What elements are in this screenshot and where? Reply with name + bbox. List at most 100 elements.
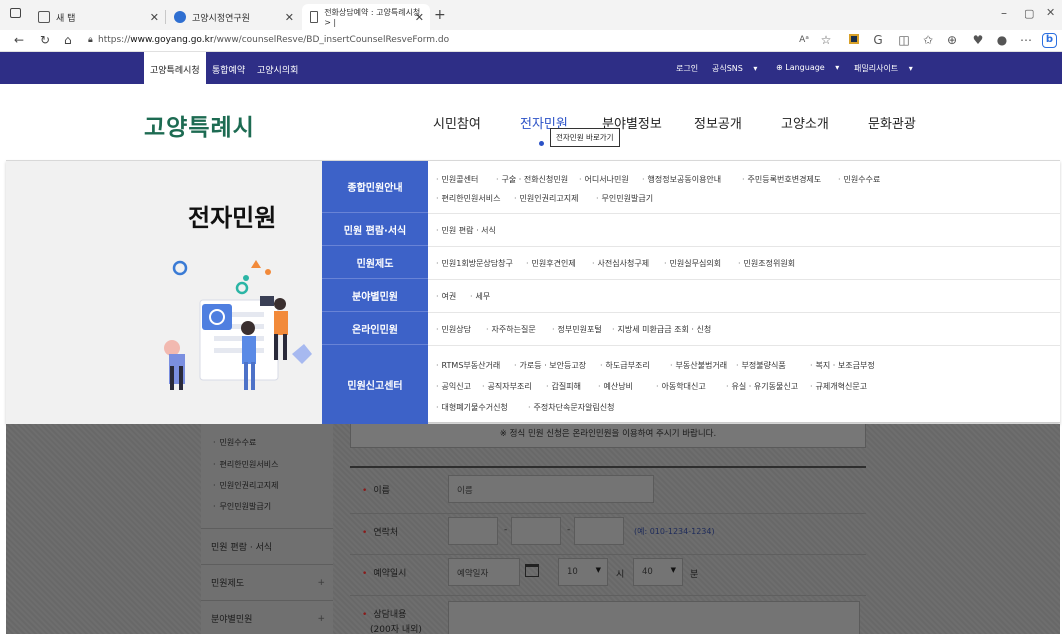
gnb-info-disclosure[interactable]: 정보공개 — [694, 113, 742, 132]
menu-link[interactable]: 아동학대신고 — [656, 381, 706, 392]
menu-link[interactable]: 주정차단속문자알림신청 — [528, 402, 615, 413]
name-field[interactable]: 이름 — [448, 475, 654, 503]
menu-link[interactable]: 어디서나민원 — [579, 174, 629, 185]
gnb-citizen[interactable]: 시민참여 — [433, 113, 481, 132]
menu-link[interactable]: 주민등록번호변경제도 — [742, 174, 822, 185]
language-menu[interactable]: ⊕ Language ▾ — [776, 63, 839, 72]
required-mark: • — [362, 486, 368, 496]
sidebar-sub-link[interactable]: 무인민원발급기 — [213, 501, 272, 512]
category-online[interactable]: 온라인민원 — [322, 312, 428, 345]
mega-menu-title: 전자민원 — [188, 204, 277, 232]
menu-link[interactable]: 민원 편람 · 서식 — [436, 225, 496, 236]
menu-link[interactable]: 민원수수료 — [838, 174, 881, 185]
site-logo[interactable]: 고양특례시 — [144, 108, 255, 142]
menu-link[interactable]: 무인민원발급기 — [596, 193, 654, 204]
more-icon[interactable]: ⋯ — [1018, 33, 1034, 47]
menu-link[interactable]: 민원인권리고지제 — [514, 193, 579, 204]
menu-link[interactable]: 민원상담 — [436, 324, 471, 335]
category-report-center[interactable]: 민원신고센터 — [322, 345, 428, 424]
menu-link[interactable]: 정부민원포털 — [552, 324, 602, 335]
menu-link[interactable]: 민원실무심의회 — [664, 258, 722, 269]
minute-select[interactable]: 40 ▼ — [633, 558, 683, 586]
menu-link[interactable]: 대형폐기물수거신청 — [436, 402, 508, 413]
menu-link[interactable]: 구술 · 전화신청민원 — [496, 174, 569, 185]
tab-actions-icon[interactable] — [10, 8, 21, 18]
menu-link[interactable]: 민원1회방문상담창구 — [436, 258, 513, 269]
date-field[interactable]: 예약일자 — [448, 558, 520, 586]
menu-link[interactable]: 갑질피해 — [546, 381, 581, 392]
sidebar-sub-link[interactable]: 민원인권리고지제 — [213, 480, 279, 491]
menu-link[interactable]: 공직자부조리 — [482, 381, 532, 392]
menu-link[interactable]: 행정정보공동이용안내 — [642, 174, 722, 185]
menu-link[interactable]: 가로등 · 보안등고장 — [514, 360, 587, 371]
top-tab-council[interactable]: 고양시의회 — [257, 63, 298, 76]
menu-link[interactable]: 민원후견인제 — [526, 258, 576, 269]
collections-icon[interactable]: ⊕ — [944, 33, 960, 47]
close-window-icon[interactable]: ✕ — [1046, 6, 1055, 19]
sidebar-item-handbook[interactable]: 민원 편람 · 서식 — [201, 528, 333, 564]
phone-field-3[interactable] — [574, 517, 624, 545]
phone-field-1[interactable] — [448, 517, 498, 545]
menu-link[interactable]: 민원콜센터 — [436, 174, 479, 185]
restore-icon[interactable]: ▢ — [1024, 7, 1034, 20]
sidebar-item-system[interactable]: 민원제도 + — [201, 564, 333, 600]
browser-tab-active[interactable]: 전화상담예약 : 고양특례시청 > | ✕ — [302, 4, 430, 30]
favorites-icon[interactable]: ✩ — [920, 33, 936, 47]
sns-menu[interactable]: 공식SNS ▾ — [712, 63, 757, 74]
close-icon[interactable]: ✕ — [415, 11, 424, 24]
copilot-icon[interactable]: b — [1042, 33, 1057, 48]
extension-icon[interactable] — [846, 33, 862, 47]
close-icon[interactable]: ✕ — [150, 11, 159, 24]
calendar-icon[interactable] — [525, 564, 539, 577]
menu-link[interactable]: 세무 — [470, 291, 491, 302]
browser-essentials-icon[interactable]: ♥ — [970, 33, 986, 47]
back-icon[interactable]: ← — [14, 33, 24, 47]
family-site-menu[interactable]: 패밀리사이트 ▾ — [854, 63, 913, 74]
top-tab-reservation[interactable]: 통합예약 — [212, 63, 245, 76]
phone-field-2[interactable] — [511, 517, 561, 545]
close-icon[interactable]: ✕ — [285, 11, 294, 24]
login-link[interactable]: 로그인 — [676, 63, 698, 74]
gnb-about[interactable]: 고양소개 — [781, 113, 829, 132]
menu-link[interactable]: 부정불량식품 — [736, 360, 786, 371]
menu-link[interactable]: 지방세 미환급금 조회 · 신청 — [612, 324, 712, 335]
read-aloud-icon[interactable]: Aᵃ — [796, 35, 812, 45]
profile-icon[interactable]: ● — [994, 33, 1010, 47]
menu-link[interactable]: 공익신고 — [436, 381, 471, 392]
menu-link[interactable]: RTMS부동산거래 — [436, 360, 501, 371]
extension-icon[interactable]: G — [870, 33, 886, 47]
menu-link[interactable]: 자주하는질문 — [486, 324, 536, 335]
minimize-icon[interactable]: – — [1001, 6, 1007, 20]
gnb-culture[interactable]: 문화관광 — [868, 113, 916, 132]
split-screen-icon[interactable]: ◫ — [896, 33, 912, 47]
category-handbook[interactable]: 민원 편람·서식 — [322, 213, 428, 246]
menu-link[interactable]: 하도급부조리 — [600, 360, 650, 371]
hour-select[interactable]: 10 ▼ — [558, 558, 608, 586]
home-icon[interactable]: ⌂ — [64, 33, 72, 47]
sidebar-sub-link[interactable]: 편리한민원서비스 — [213, 459, 279, 470]
new-tab-icon[interactable]: + — [434, 7, 446, 23]
top-tab-city-hall[interactable]: 고양특례시청 — [144, 52, 206, 84]
menu-link[interactable]: 여권 — [436, 291, 457, 302]
sidebar-item-field[interactable]: 분야별민원 + — [201, 600, 333, 634]
url-field[interactable]: https://www.goyang.go.kr/www/counselResv… — [98, 35, 449, 45]
browser-tab-new[interactable]: 새 탭 ✕ — [30, 4, 165, 30]
favorite-star-icon[interactable]: ☆ — [818, 33, 834, 47]
sidebar-sub-link[interactable]: 민원수수료 — [213, 437, 257, 448]
menu-link[interactable]: 사전심사청구제 — [592, 258, 650, 269]
menu-link[interactable]: 부동산불법거래 — [670, 360, 728, 371]
menu-link[interactable]: 예산낭비 — [598, 381, 633, 392]
menu-link[interactable]: 규제개혁신문고 — [810, 381, 868, 392]
refresh-icon[interactable]: ↻ — [40, 33, 50, 47]
category-general-guide[interactable]: 종합민원안내 — [322, 161, 428, 213]
menu-link[interactable]: 유실 · 유기동물신고 — [726, 381, 799, 392]
menu-link[interactable]: 복지 · 보조금부정 — [810, 360, 875, 371]
tab-label: 고양시정연구원 — [192, 13, 250, 24]
menu-link[interactable]: 민원조정위원회 — [738, 258, 796, 269]
category-field[interactable]: 분야별민원 — [322, 279, 428, 312]
category-system[interactable]: 민원제도 — [322, 246, 428, 279]
page-icon — [38, 11, 50, 23]
content-textarea[interactable] — [448, 601, 860, 634]
menu-link[interactable]: 편리한민원서비스 — [436, 193, 501, 204]
browser-tab-research[interactable]: 고양시정연구원 ✕ — [166, 4, 300, 30]
